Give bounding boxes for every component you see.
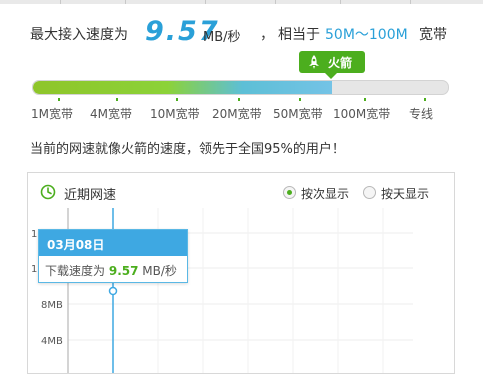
scale-tick [58, 98, 60, 101]
tooltip-header: 03月08日 [39, 230, 187, 256]
y-tick-label: 4MB [41, 336, 63, 347]
tab-strip-border [0, 0, 483, 4]
speed-level-tag: 火箭 [299, 51, 365, 79]
scale-tick [238, 98, 240, 101]
scale-tick [299, 98, 301, 101]
speed-level-label: 火箭 [328, 56, 353, 70]
rocket-icon [309, 55, 319, 69]
tab-divider [340, 0, 341, 4]
scale-label-100m: 100M宽带 [333, 107, 391, 121]
scale-tick [424, 98, 426, 101]
y-tick-label: 8MB [41, 300, 63, 311]
scale-label-dedicated: 专线 [409, 107, 434, 121]
tooltip-label: 下载速度为 [45, 264, 106, 278]
tab-divider [275, 0, 276, 4]
speed-unit: MB/秒 [203, 30, 241, 45]
tab-divider [125, 0, 126, 4]
scale-label-20m: 20M宽带 [212, 107, 262, 121]
tooltip-value: 9.57 [108, 264, 139, 278]
scale-label-50m: 50M宽带 [273, 107, 323, 121]
equivalent-label: 相当于 [278, 27, 320, 43]
scale-label-4m: 4M宽带 [90, 107, 132, 121]
scale-label-10m: 10M宽带 [150, 107, 200, 121]
tab-divider [410, 0, 411, 4]
speed-tooltip: 03月08日 下载速度为 9.57 MB/秒 [38, 229, 188, 283]
scale-label-1m: 1M宽带 [31, 107, 73, 121]
tab-divider [60, 0, 61, 4]
scale-tick [364, 98, 366, 101]
equivalent-range: 50M～100M [325, 27, 408, 43]
tooltip-date: 03月08日 [47, 238, 105, 252]
tooltip-body: 下载速度为 9.57 MB/秒 [45, 262, 177, 279]
max-speed-label: 最大接入速度为 [30, 27, 128, 43]
tag-pointer [325, 73, 337, 79]
speed-level-fill [33, 81, 332, 94]
tooltip-unit: MB/秒 [142, 264, 177, 278]
scale-tick [176, 98, 178, 101]
scale-tick [116, 98, 118, 101]
comparison-text: 当前的网速就像火箭的速度，领先于全国95%的用户！ [30, 142, 345, 157]
tab-divider [205, 0, 206, 4]
data-point[interactable] [108, 286, 118, 296]
headline-separator: ， [260, 27, 274, 43]
speed-level-bar [32, 80, 449, 95]
bandwidth-word: 宽带 [419, 27, 447, 43]
